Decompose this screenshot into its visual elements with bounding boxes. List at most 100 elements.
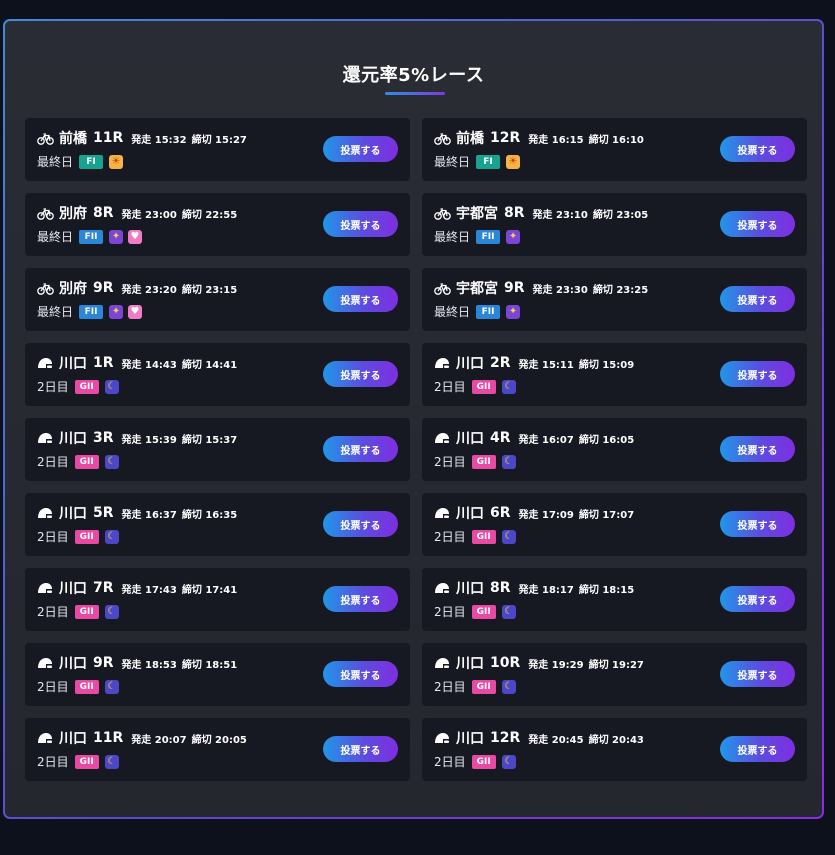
bet-button[interactable]: 投票する	[720, 736, 795, 762]
race-card: 前橋 12R 発走 16:15 締切 16:10 最終日 FI ☀ 投票する	[422, 118, 807, 181]
race-number: 1R	[93, 355, 114, 371]
sun-icon: ☀	[109, 154, 124, 169]
feature-badges: ☾	[501, 679, 521, 694]
bicycle-icon	[37, 206, 54, 220]
start-time: 発走 16:15	[528, 134, 584, 146]
bet-button[interactable]: 投票する	[720, 511, 795, 537]
feature-badges: ☾	[104, 679, 124, 694]
race-card: 川口 12R 発走 20:45 締切 20:43 2日目 GII ☾ 投票する	[422, 718, 807, 781]
meeting-day: 2日目	[434, 380, 466, 394]
deadline-time: 締切 23:15	[181, 284, 238, 296]
race-number: 10R	[490, 655, 521, 671]
race-number: 12R	[490, 730, 521, 746]
bicycle-icon	[37, 281, 54, 295]
meeting-day: 2日目	[434, 605, 466, 619]
race-header: 川口 7R 発走 17:43 締切 17:41	[37, 578, 237, 598]
race-header: 別府 9R 発走 23:20 締切 23:15	[37, 278, 237, 298]
race-header: 川口 10R 発走 19:29 締切 19:27	[434, 653, 644, 673]
race-number: 7R	[93, 580, 114, 596]
bet-button[interactable]: 投票する	[720, 436, 795, 462]
bet-button[interactable]: 投票する	[720, 361, 795, 387]
feature-badges: ☀	[506, 154, 525, 169]
venue-name: 川口	[59, 581, 87, 597]
deadline-time: 締切 20:43	[588, 734, 644, 746]
race-meta: 2日目 GII ☾	[434, 603, 521, 620]
deadline-time: 締切 23:25	[592, 284, 649, 296]
midnight-icon: ✦	[506, 229, 521, 244]
helmet-icon	[37, 656, 54, 670]
race-meta: 2日目 GII ☾	[37, 378, 124, 395]
meeting-day: 2日目	[434, 680, 466, 694]
moon-icon: ☾	[501, 454, 516, 469]
helmet-icon	[434, 656, 451, 670]
venue-name: 別府	[59, 281, 87, 297]
moon-icon: ☾	[104, 754, 119, 769]
bet-button[interactable]: 投票する	[323, 511, 398, 537]
heart-icon: ♥	[128, 229, 143, 244]
page-title: 還元率5%レース	[342, 65, 485, 86]
feature-badges: ☾	[104, 529, 124, 544]
deadline-time: 締切 23:05	[592, 209, 649, 221]
bet-button[interactable]: 投票する	[720, 211, 795, 237]
venue-name: 前橋	[456, 131, 484, 147]
bet-button[interactable]: 投票する	[323, 211, 398, 237]
race-card: 宇都宮 9R 発走 23:30 締切 23:25 最終日 FII ✦ 投票する	[422, 268, 807, 331]
grade-badge: GII	[471, 454, 496, 469]
race-number: 8R	[490, 580, 511, 596]
deadline-time: 締切 22:55	[181, 209, 238, 221]
panel-body: 還元率5%レース 前橋 11R 発走 15:32 締切 15:27 最終日 FI…	[5, 21, 822, 817]
deadline-time: 締切 20:05	[191, 734, 247, 746]
feature-badges: ☾	[501, 529, 521, 544]
bet-button[interactable]: 投票する	[323, 586, 398, 612]
bet-button[interactable]: 投票する	[720, 136, 795, 162]
moon-icon: ☾	[104, 454, 119, 469]
start-time: 発走 16:37	[121, 509, 177, 521]
bet-button[interactable]: 投票する	[720, 586, 795, 612]
grade-badge: FI	[476, 154, 501, 169]
bet-button[interactable]: 投票する	[323, 436, 398, 462]
venue-name: 別府	[59, 206, 87, 222]
race-grid: 前橋 11R 発走 15:32 締切 15:27 最終日 FI ☀ 投票する 前…	[25, 118, 807, 781]
title-underline	[385, 92, 445, 95]
sun-icon: ☀	[506, 154, 521, 169]
race-card: 川口 8R 発走 18:17 締切 18:15 2日目 GII ☾ 投票する	[422, 568, 807, 631]
grade-badge: GII	[471, 604, 496, 619]
bet-button[interactable]: 投票する	[323, 736, 398, 762]
heart-icon: ♥	[128, 304, 143, 319]
bet-button[interactable]: 投票する	[323, 661, 398, 687]
helmet-icon	[37, 731, 54, 745]
deadline-time: 締切 19:27	[588, 659, 644, 671]
bet-button[interactable]: 投票する	[323, 136, 398, 162]
deadline-time: 締切 17:41	[181, 584, 238, 596]
feature-badges: ☾	[501, 454, 521, 469]
bet-button[interactable]: 投票する	[323, 361, 398, 387]
race-header: 前橋 11R 発走 15:32 締切 15:27	[37, 128, 247, 148]
race-number: 4R	[490, 430, 511, 446]
venue-name: 川口	[456, 731, 484, 747]
race-header: 川口 12R 発走 20:45 締切 20:43	[434, 728, 644, 748]
start-time: 発走 17:09	[518, 509, 574, 521]
bet-button[interactable]: 投票する	[323, 286, 398, 312]
bicycle-icon	[37, 131, 54, 145]
race-number: 12R	[490, 130, 521, 146]
start-time: 発走 23:00	[121, 209, 177, 221]
venue-name: 川口	[59, 731, 87, 747]
meeting-day: 2日目	[434, 530, 466, 544]
venue-name: 川口	[456, 431, 484, 447]
race-meta: 2日目 GII ☾	[434, 528, 521, 545]
meeting-day: 最終日	[434, 155, 471, 169]
grade-badge: GII	[74, 754, 99, 769]
bet-button[interactable]: 投票する	[720, 286, 795, 312]
race-header: 宇都宮 8R 発走 23:10 締切 23:05	[434, 203, 648, 223]
helmet-icon	[37, 431, 54, 445]
rebate-races-panel: 還元率5%レース 前橋 11R 発走 15:32 締切 15:27 最終日 FI…	[3, 19, 824, 819]
bet-button[interactable]: 投票する	[720, 661, 795, 687]
deadline-time: 締切 15:27	[191, 134, 247, 146]
start-time: 発走 20:07	[131, 734, 187, 746]
venue-name: 川口	[456, 581, 484, 597]
race-meta: 2日目 GII ☾	[434, 753, 521, 770]
moon-icon: ☾	[104, 379, 119, 394]
feature-badges: ✦	[506, 229, 525, 244]
start-time: 発走 15:32	[131, 134, 187, 146]
race-card: 川口 4R 発走 16:07 締切 16:05 2日目 GII ☾ 投票する	[422, 418, 807, 481]
